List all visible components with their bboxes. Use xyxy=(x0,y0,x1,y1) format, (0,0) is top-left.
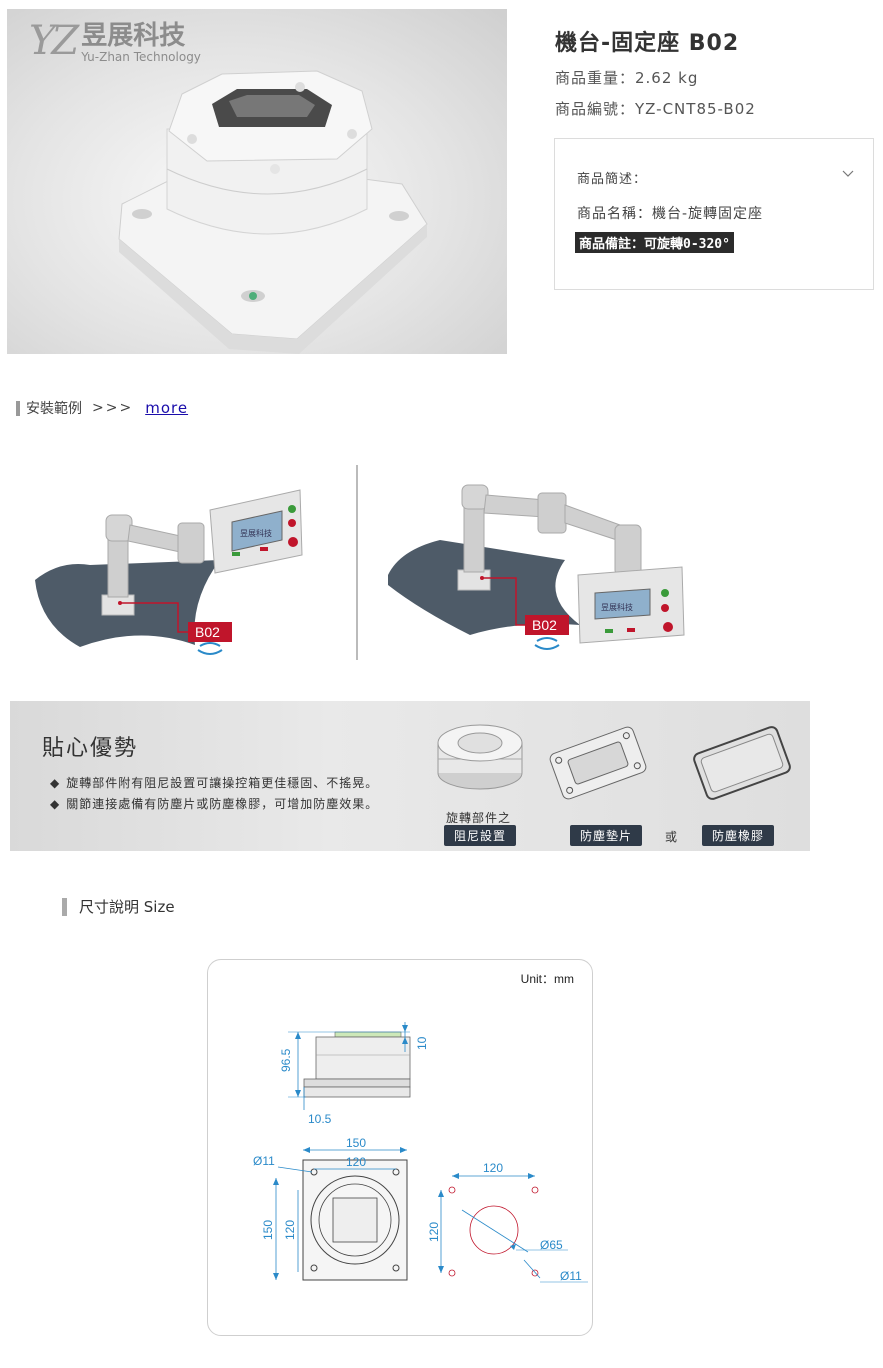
parts-illustration xyxy=(437,724,791,800)
description-panel[interactable]: 商品簡述： 商品名稱：機台-旋轉固定座 商品備註：可旋轉0-320° xyxy=(554,138,874,290)
install-heading-text: 安裝範例 xyxy=(26,401,82,417)
dim-center-diameter: Ø65 xyxy=(540,1238,563,1252)
dimension-svg: 96.5 10 10.5 150 120 Ø11 150 120 120 120… xyxy=(253,1022,588,1283)
left-b02-label: B02 xyxy=(195,624,220,640)
product-image: YZ 昱展科技 Yu-Zhan Technology xyxy=(7,9,507,354)
product-weight: 商品重量：2.62 kg xyxy=(555,69,699,87)
heading-bar xyxy=(16,400,20,416)
dim-height: 96.5 xyxy=(279,1048,293,1072)
product-code: 商品編號：YZ-CNT85-B02 xyxy=(555,100,756,118)
advantage-title: 貼心優勢 xyxy=(42,736,139,761)
description-heading: 商品簡述： xyxy=(577,172,648,187)
brand-logo: YZ 昱展科技 Yu-Zhan Technology xyxy=(29,21,201,64)
dimension-drawing: Unit：mm 96.5 10 10.5 150 120 Ø11 150 120… xyxy=(207,959,593,1336)
logo-name-cn: 昱展科技 xyxy=(81,21,186,51)
chevron-down-icon[interactable] xyxy=(841,167,855,181)
or-text: 或 xyxy=(665,830,678,844)
dim-base: 10.5 xyxy=(308,1112,332,1126)
more-link[interactable]: more xyxy=(145,399,188,417)
dim-hole-diameter: Ø11 xyxy=(560,1269,582,1283)
damping-tag: 阻尼設置 xyxy=(444,825,517,846)
size-heading-text: 尺寸說明 Size xyxy=(79,898,175,916)
product-info: 機台-固定座 B02 商品重量：2.62 kg 商品編號：YZ-CNT85-B0… xyxy=(555,25,875,119)
dim-inner-height: 120 xyxy=(283,1220,297,1240)
damping-caption: 旋轉部件之 xyxy=(446,811,512,825)
dim-outer-height: 150 xyxy=(261,1220,275,1240)
install-illustration: 昱展科技 B02 昱展科技 B02 xyxy=(35,465,685,660)
heading-bar xyxy=(62,897,67,916)
size-section-heading: 尺寸說明 Size xyxy=(62,896,175,917)
advantage-point: ◆ 關節連接處備有防塵片或防塵橡膠，可增加防塵效果。 xyxy=(50,797,379,811)
logo-name-en: Yu-Zhan Technology xyxy=(81,50,201,64)
right-b02-label: B02 xyxy=(532,617,557,633)
left-screen-text: 昱展科技 xyxy=(240,528,272,538)
dim-inner-width: 120 xyxy=(346,1155,366,1169)
description-note-badge: 商品備註：可旋轉0-320° xyxy=(575,232,734,253)
dim-top-gap: 10 xyxy=(415,1036,429,1050)
diamond-bullet-icon: ◆ xyxy=(50,797,61,811)
advantage-point: ◆ 旋轉部件附有阻尼設置可讓操控箱更佳穩固、不搖晃。 xyxy=(50,776,379,790)
dim-outer-width: 150 xyxy=(346,1136,366,1150)
dim-hole-width: 120 xyxy=(483,1161,503,1175)
product-title: 機台-固定座 B02 xyxy=(555,31,740,56)
dust-plate-tag: 防塵墊片 xyxy=(570,825,643,846)
dim-small-diameter: Ø11 xyxy=(253,1154,275,1168)
description-product-name: 商品名稱：機台-旋轉固定座 xyxy=(577,206,764,222)
dim-hole-height: 120 xyxy=(427,1222,441,1242)
install-section-heading: 安裝範例 >>> more xyxy=(16,398,188,418)
right-screen-text: 昱展科技 xyxy=(601,602,633,612)
install-arrows: >>> xyxy=(92,400,134,416)
logo-mark: YZ xyxy=(29,18,79,64)
install-diagrams: 昱展科技 B02 昱展科技 B02 xyxy=(20,455,700,675)
advantage-banner: 貼心優勢 ◆ 旋轉部件附有阻尼設置可讓操控箱更佳穩固、不搖晃。 ◆ 關節連接處備有防… xyxy=(10,701,810,851)
dust-rubber-tag: 防塵橡膠 xyxy=(702,825,775,846)
diamond-bullet-icon: ◆ xyxy=(50,776,61,790)
